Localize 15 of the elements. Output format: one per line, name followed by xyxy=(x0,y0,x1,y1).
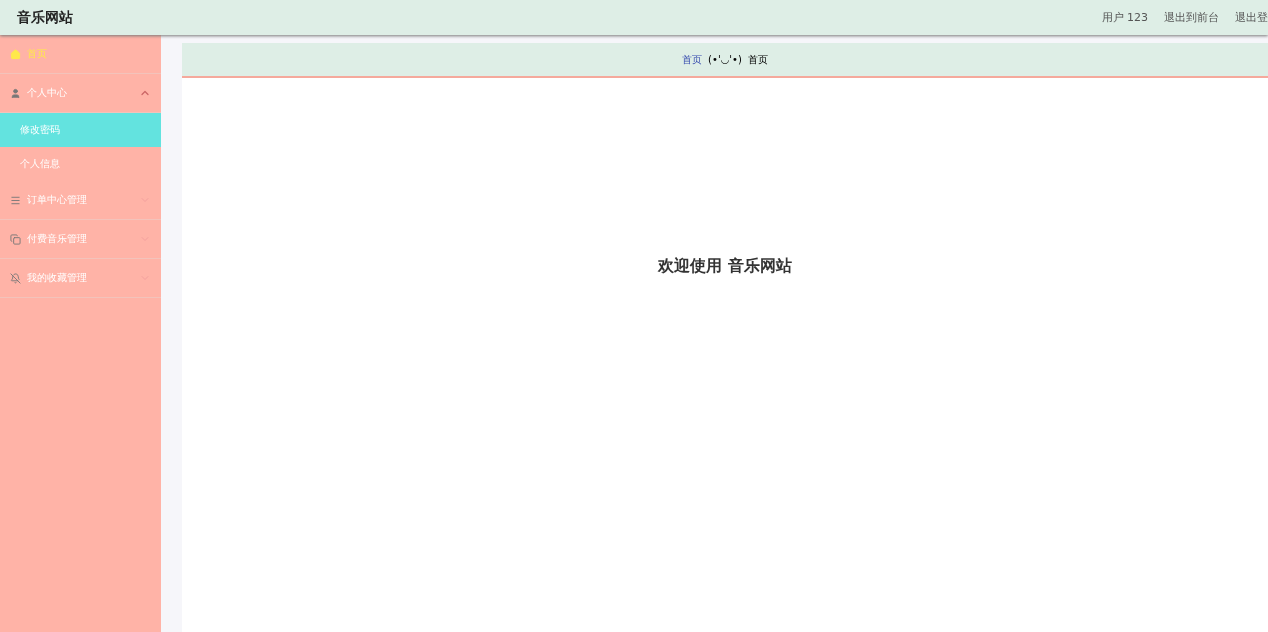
user-icon xyxy=(10,87,21,99)
welcome-heading: 欢迎使用 音乐网站 xyxy=(658,256,792,276)
header-link[interactable]: 退出到前台 xyxy=(1164,10,1219,25)
menu-icon xyxy=(10,194,21,206)
bell-icon xyxy=(10,272,21,284)
copy-icon xyxy=(10,233,21,245)
header-link[interactable]: 退出登 xyxy=(1235,10,1268,25)
submenu-item[interactable]: 个人信息 xyxy=(0,147,161,181)
breadcrumb-separator: (•'◡'•) xyxy=(708,54,742,65)
submenu-item[interactable]: 修改密码 xyxy=(0,113,161,147)
home-icon xyxy=(10,48,21,60)
site-title: 音乐网站 xyxy=(17,8,74,27)
breadcrumb-link[interactable]: 首页 xyxy=(682,52,703,67)
header-link[interactable]: 用户 123 xyxy=(1101,10,1148,25)
breadcrumb-current: 首页 xyxy=(747,52,768,67)
